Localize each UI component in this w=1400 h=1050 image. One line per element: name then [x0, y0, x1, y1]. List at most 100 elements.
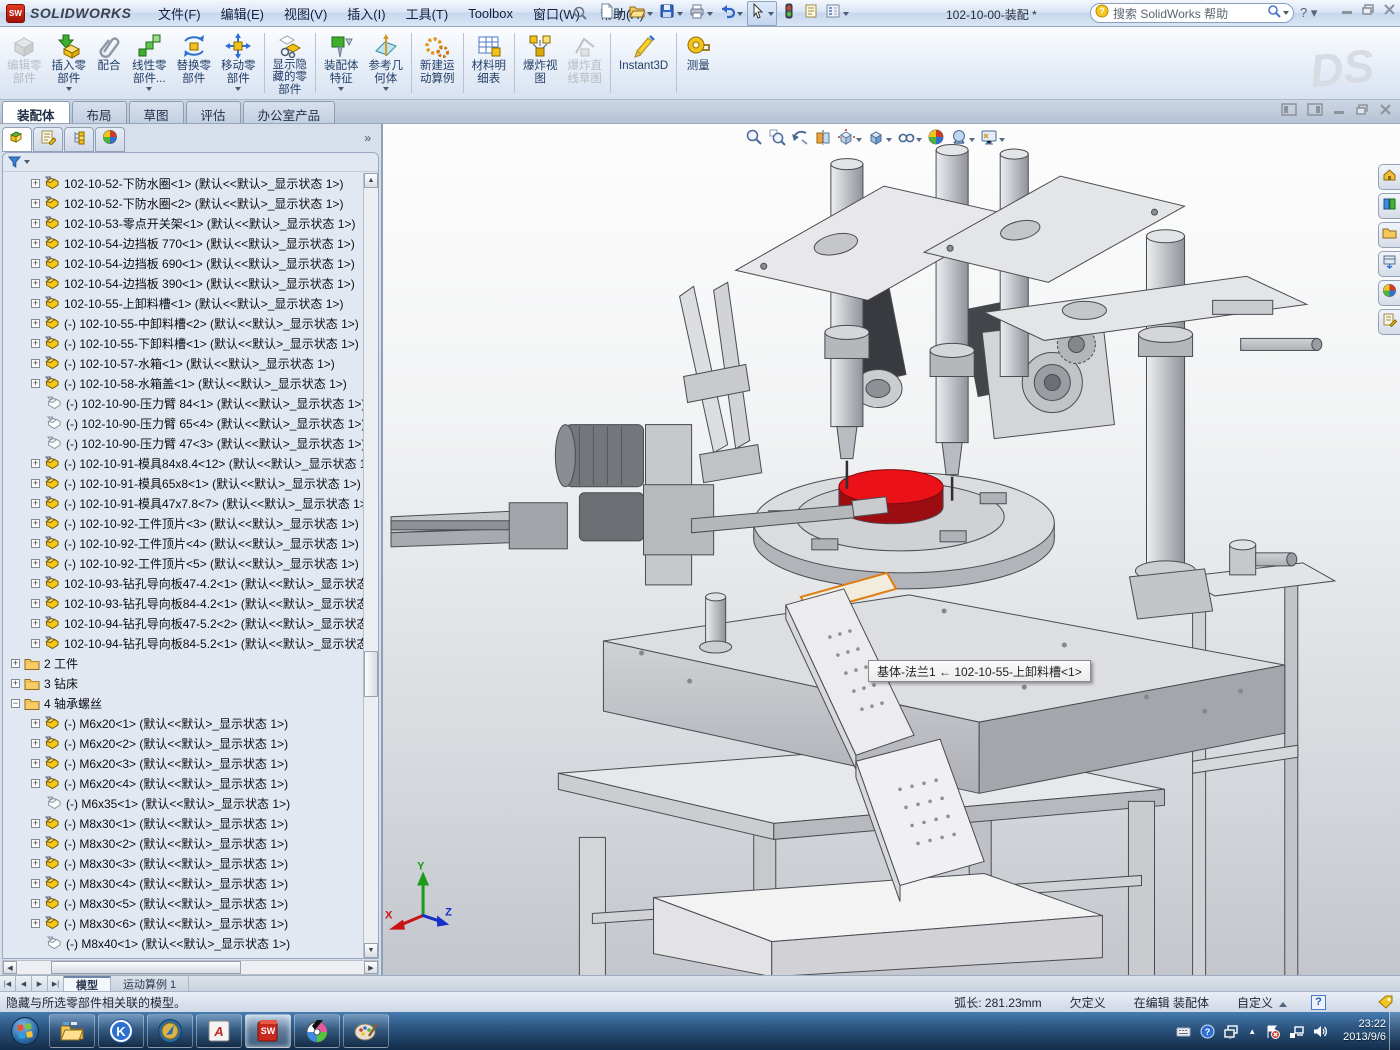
dropdown-caret-icon[interactable] [647, 12, 653, 16]
tree-item[interactable]: (-) M8x40<1> (默认<<默认>_显示状态 1>) [3, 933, 363, 953]
open-button[interactable] [627, 2, 655, 25]
expand-toggle[interactable]: + [31, 879, 40, 888]
expand-toggle[interactable]: + [31, 519, 40, 528]
expand-toggle[interactable]: + [11, 659, 20, 668]
tab-装配体[interactable]: 装配体 [2, 101, 70, 123]
expand-toggle[interactable]: + [31, 639, 40, 648]
expand-toggle[interactable]: + [31, 759, 40, 768]
tree-item[interactable]: +(-) M8x30<6> (默认<<默认>_显示状态 1>) [3, 913, 363, 933]
graphics-area[interactable]: Y X Z 基体-法兰1 ← 102-10-55-上卸料槽<1> [383, 124, 1400, 975]
tree-vertical-scrollbar[interactable]: ▲ ▼ [363, 173, 378, 958]
expand-toggle[interactable]: + [31, 179, 40, 188]
tag-icon[interactable] [1378, 995, 1394, 1009]
expand-toggle[interactable]: + [31, 299, 40, 308]
options-button[interactable] [823, 2, 851, 25]
close-button[interactable] [1383, 4, 1396, 15]
search-commands-icon[interactable] [572, 5, 588, 26]
menu-1[interactable]: 文件(F) [148, 0, 211, 27]
panel-configurationmanager-icon[interactable] [64, 127, 94, 152]
expand-toggle[interactable]: + [31, 499, 40, 508]
taskbar-browser-button[interactable] [147, 1014, 193, 1048]
taskpane-appearances-icon[interactable] [1378, 280, 1400, 306]
tree-item[interactable]: +(-) 102-10-91-模具47x7.8<7> (默认<<默认>_显示状态… [3, 493, 363, 513]
dropdown-caret-icon[interactable] [916, 138, 922, 142]
doc-minimize-button[interactable] [1333, 104, 1346, 115]
taskpane-design-library-icon[interactable] [1378, 193, 1400, 219]
tree-item[interactable]: +102-10-52-下防水圈<2> (默认<<默认>_显示状态 1>) [3, 193, 363, 213]
tree-item[interactable]: +(-) 102-10-58-水箱盖<1> (默认<<默认>_显示状态 1>) [3, 373, 363, 393]
tab-办公室产品[interactable]: 办公室产品 [243, 101, 336, 123]
expand-toggle[interactable]: − [11, 699, 20, 708]
tree-item[interactable]: +102-10-54-边挡板 770<1> (默认<<默认>_显示状态 1>) [3, 233, 363, 253]
expand-toggle[interactable]: + [31, 219, 40, 228]
help-search-input[interactable]: ? 搜索 SolidWorks 帮助 [1090, 3, 1294, 23]
tray-show-hiddens[interactable]: ▲ [1248, 1027, 1256, 1036]
expand-toggle[interactable]: + [31, 739, 40, 748]
tree-item[interactable]: +(-) M6x20<3> (默认<<默认>_显示状态 1>) [3, 753, 363, 773]
tree-item[interactable]: +(-) 102-10-92-工件顶片<4> (默认<<默认>_显示状态 1>) [3, 533, 363, 553]
hud-display-style-button[interactable] [865, 126, 894, 153]
cmd-show-hidden-button[interactable]: 显示隐 藏的零 部件 [268, 29, 313, 97]
tree-item[interactable]: +(-) M8x30<4> (默认<<默认>_显示状态 1>) [3, 873, 363, 893]
tab-nav-1[interactable]: |◀ [0, 976, 16, 991]
expand-toggle[interactable]: + [11, 679, 20, 688]
dropdown-caret-icon[interactable] [768, 12, 774, 16]
tray-network[interactable] [1289, 1024, 1304, 1039]
save-button[interactable] [657, 2, 685, 25]
cmd-mate-button[interactable]: 配合 [91, 29, 127, 97]
panel-overflow-button[interactable]: » [364, 127, 379, 152]
expand-toggle[interactable]: + [31, 619, 40, 628]
cmd-exploded-view-button[interactable]: 爆炸视 图 [518, 29, 563, 97]
hud-edit-appearance-button[interactable] [925, 126, 947, 153]
search-scope-caret-icon[interactable] [1283, 11, 1289, 15]
expand-toggle[interactable]: + [31, 539, 40, 548]
cmd-motion-study-button[interactable]: 新建运 动算例 [415, 29, 460, 97]
tree-item[interactable]: +102-10-93-钻孔导向板47-4.2<1> (默认<<默认>_显示状态 … [3, 573, 363, 593]
dropdown-caret-icon[interactable] [737, 12, 743, 16]
tree-item[interactable]: +(-) 102-10-55-下卸料槽<1> (默认<<默认>_显示状态 1>) [3, 333, 363, 353]
tree-item[interactable]: +(-) M8x30<5> (默认<<默认>_显示状态 1>) [3, 893, 363, 913]
expand-toggle[interactable]: + [31, 199, 40, 208]
expand-toggle[interactable]: + [31, 459, 40, 468]
cmd-replace-component-button[interactable]: 替换零 部件 [172, 29, 217, 97]
taskbar-paint-button[interactable] [343, 1014, 389, 1048]
tree-item[interactable]: (-) M6x35<1> (默认<<默认>_显示状态 1>) [3, 793, 363, 813]
minimize-button[interactable] [1341, 4, 1354, 15]
expand-toggle[interactable]: + [31, 259, 40, 268]
help-menu-button[interactable]: ? ▾ [1300, 5, 1317, 21]
tree-item[interactable]: +2 工件 [3, 653, 363, 673]
taskbar-start-orb-button[interactable] [4, 1014, 46, 1048]
tree-item[interactable]: (-) 102-10-90-压力臂 65<4> (默认<<默认>_显示状态 1>… [3, 413, 363, 433]
tree-horizontal-scrollbar[interactable]: ◀ ▶ [2, 960, 379, 975]
expand-toggle[interactable]: + [31, 319, 40, 328]
taskbar-explorer-button[interactable] [49, 1014, 95, 1048]
expand-toggle[interactable]: + [31, 919, 40, 928]
menu-3[interactable]: 视图(V) [274, 0, 337, 27]
tree-item[interactable]: +102-10-55-上卸料槽<1> (默认<<默认>_显示状态 1>) [3, 293, 363, 313]
rotary-table[interactable] [754, 470, 1055, 589]
top-mounting-plates[interactable] [736, 176, 1322, 350]
doc-tab-运动算例 1[interactable]: 运动算例 1 [111, 976, 189, 991]
taskbar-autocad-button[interactable]: A [196, 1014, 242, 1048]
expand-toggle[interactable]: + [31, 339, 40, 348]
dropdown-caret-icon[interactable] [707, 12, 713, 16]
cmd-reference-geometry-button[interactable]: 参考几 何体 [364, 29, 409, 97]
doc-tab-模型[interactable]: 模型 [64, 976, 111, 991]
expand-toggle[interactable]: + [31, 559, 40, 568]
pane-split-right-icon[interactable] [1307, 103, 1323, 116]
cmd-measure-button[interactable]: 测量 [680, 29, 716, 97]
tree-item[interactable]: +102-10-53-零点开关架<1> (默认<<默认>_显示状态 1>) [3, 213, 363, 233]
tree-filter-bar[interactable] [3, 153, 378, 172]
tree-item[interactable]: +102-10-93-钻孔导向板84-4.2<1> (默认<<默认>_显示状态 … [3, 593, 363, 613]
scroll-down-button[interactable]: ▼ [364, 943, 378, 958]
undo-button[interactable] [717, 2, 745, 25]
cmd-instant3d-button[interactable]: Instant3D [614, 29, 673, 97]
tree-item[interactable]: +(-) 102-10-57-水箱<1> (默认<<默认>_显示状态 1>) [3, 353, 363, 373]
tray-window[interactable] [1224, 1024, 1239, 1039]
tray-help[interactable]: ? [1200, 1024, 1215, 1039]
tree-item[interactable]: +(-) 102-10-92-工件顶片<3> (默认<<默认>_显示状态 1>) [3, 513, 363, 533]
expand-toggle[interactable]: + [31, 859, 40, 868]
panel-propertymanager-icon[interactable] [33, 127, 63, 152]
taskpane-custom-properties-icon[interactable] [1378, 309, 1400, 335]
taskpane-file-explorer-icon[interactable] [1378, 222, 1400, 248]
